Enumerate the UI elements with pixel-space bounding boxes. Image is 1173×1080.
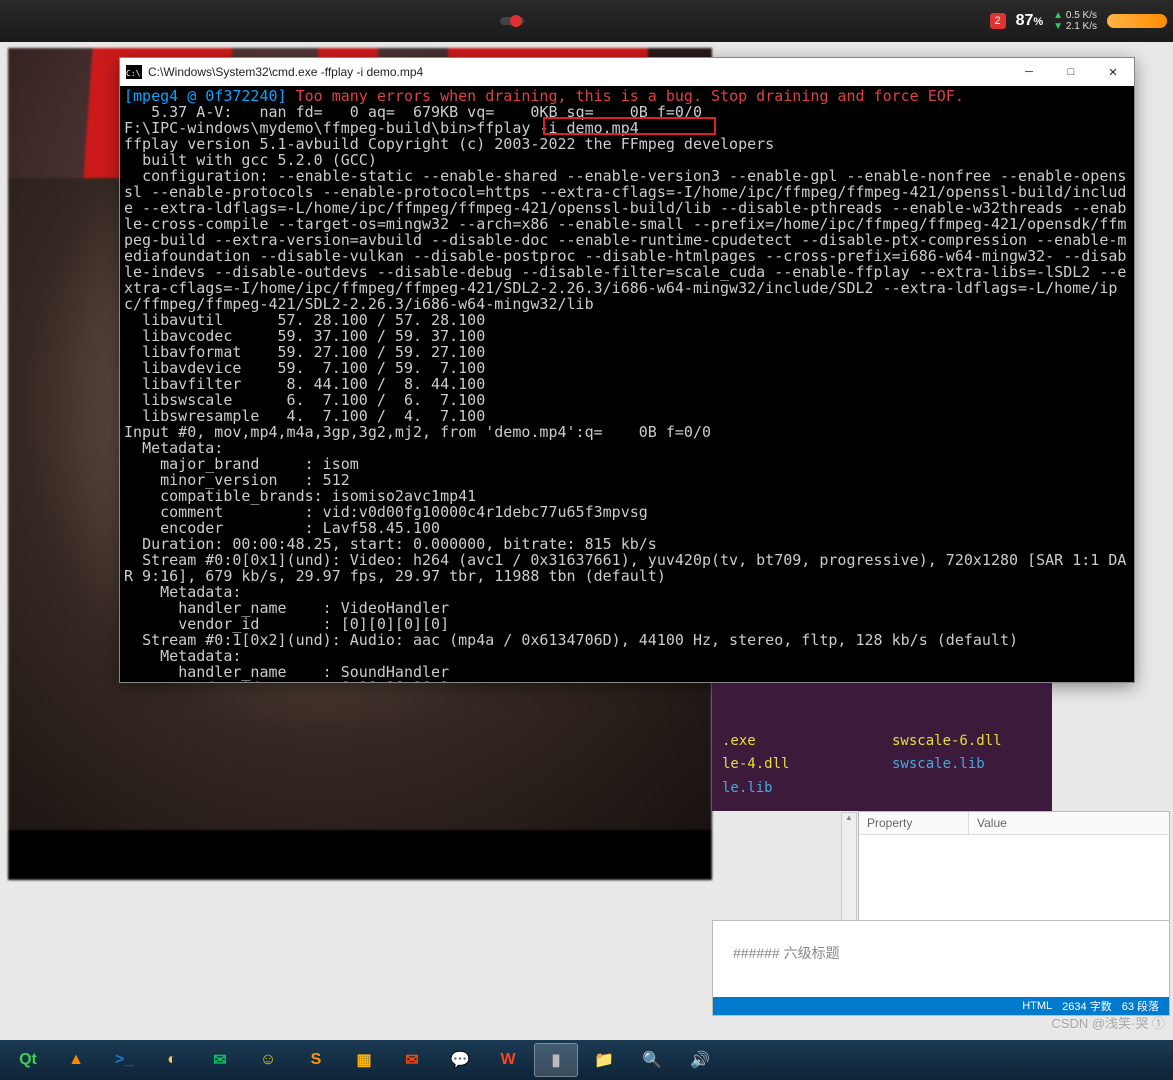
wechat-icon[interactable]: ✉ bbox=[198, 1043, 242, 1077]
maximize-button[interactable]: □ bbox=[1050, 58, 1092, 86]
qt-icon[interactable]: Qt bbox=[6, 1043, 50, 1077]
file-item[interactable]: swscale.lib bbox=[892, 756, 1042, 777]
notes-icon-glyph: ▦ bbox=[356, 1050, 371, 1070]
file-item[interactable]: le.lib bbox=[722, 780, 872, 801]
cmd-taskbar-icon-glyph: ▮ bbox=[552, 1050, 561, 1070]
status-mode: HTML bbox=[1022, 1000, 1052, 1012]
battery-percent: 87 bbox=[1016, 12, 1034, 29]
term-blue-icon-glyph: >_ bbox=[115, 1051, 133, 1069]
explorer-icon[interactable]: 📁 bbox=[582, 1043, 626, 1077]
net-up: 0.5 K/s bbox=[1053, 10, 1097, 21]
qt-icon-glyph: Qt bbox=[19, 1051, 37, 1069]
chat-icon[interactable]: 💬 bbox=[438, 1043, 482, 1077]
editor-text[interactable]: ###### 六级标题 bbox=[713, 921, 1169, 985]
terminal-output[interactable]: [mpeg4 @ 0f372240] Too many errors when … bbox=[120, 86, 1134, 682]
vlc-icon-glyph: ▲ bbox=[68, 1051, 84, 1069]
wps-icon[interactable]: W bbox=[486, 1043, 530, 1077]
terminal-body: ffplay version 5.1-avbuild Copyright (c)… bbox=[124, 135, 1126, 682]
notes-icon[interactable]: ▦ bbox=[342, 1043, 386, 1077]
slider-widget[interactable] bbox=[500, 17, 524, 25]
annotation-highlight bbox=[543, 117, 716, 135]
notification-badge[interactable]: 2 bbox=[990, 13, 1006, 29]
search-taskbar-icon-glyph: 🔍 bbox=[642, 1050, 662, 1070]
percent-unit: % bbox=[1033, 16, 1043, 28]
window-title-path: C:\Windows\System32\cmd.exe - bbox=[148, 65, 325, 79]
property-header: Property Value bbox=[859, 812, 1169, 835]
sublime-icon[interactable]: S bbox=[294, 1043, 338, 1077]
status-chars: 2634 字数 bbox=[1062, 998, 1112, 1014]
minimize-button[interactable]: ─ bbox=[1008, 58, 1050, 86]
speaker-icon[interactable]: 🔊 bbox=[678, 1043, 722, 1077]
chrome-icon-glyph: ◐ bbox=[167, 1051, 177, 1069]
term-blue-icon[interactable]: >_ bbox=[102, 1043, 146, 1077]
file-item[interactable]: .exe bbox=[722, 733, 872, 754]
system-tray: 2 87% 0.5 K/s 2.1 K/s bbox=[0, 0, 1173, 42]
faces-icon[interactable]: ☺ bbox=[246, 1043, 290, 1077]
cmd-window[interactable]: C:\Windows\System32\cmd.exe - ffplay -i … bbox=[119, 57, 1135, 683]
close-button[interactable]: ✕ bbox=[1092, 58, 1134, 86]
status-para: 63 段落 bbox=[1122, 998, 1159, 1014]
taskbar[interactable]: Qt ▲ >_ ◐ ✉ ☺ S ▦ ✉ 💬 W ▮ 📁 🔍 🔊 bbox=[0, 1040, 1173, 1080]
chrome-icon[interactable]: ◐ bbox=[150, 1043, 194, 1077]
orange-pill[interactable] bbox=[1107, 14, 1167, 28]
explorer-icon-glyph: 📁 bbox=[594, 1050, 614, 1070]
file-item[interactable]: le-4.dll bbox=[722, 756, 872, 777]
watermark: CSDN @浅笑·哭 ① bbox=[1051, 1013, 1165, 1032]
wechat-icon-glyph: ✉ bbox=[213, 1050, 226, 1070]
vlc-icon[interactable]: ▲ bbox=[54, 1043, 98, 1077]
value-col[interactable]: Value bbox=[969, 812, 1015, 834]
sublime-icon-glyph: S bbox=[311, 1051, 322, 1069]
property-col[interactable]: Property bbox=[859, 812, 969, 834]
chat-icon-glyph: 💬 bbox=[450, 1050, 470, 1070]
cmd-taskbar-icon[interactable]: ▮ bbox=[534, 1043, 578, 1077]
faces-icon-glyph: ☺ bbox=[260, 1051, 276, 1069]
titlebar[interactable]: C:\Windows\System32\cmd.exe - ffplay -i … bbox=[120, 58, 1134, 86]
qqmail-icon-glyph: ✉ bbox=[405, 1050, 418, 1070]
editor-panel[interactable]: ###### 六级标题 HTML 2634 字数 63 段落 bbox=[712, 920, 1170, 1016]
speaker-icon-glyph: 🔊 bbox=[690, 1050, 710, 1070]
cmd-icon bbox=[126, 65, 142, 79]
file-item[interactable]: swscale-6.dll bbox=[892, 733, 1042, 754]
video-letterbox bbox=[8, 830, 712, 880]
wps-icon-glyph: W bbox=[500, 1051, 515, 1069]
qqmail-icon[interactable]: ✉ bbox=[390, 1043, 434, 1077]
search-taskbar-icon[interactable]: 🔍 bbox=[630, 1043, 674, 1077]
file-listing-panel: .exe swscale-6.dll le-4.dll swscale.lib … bbox=[712, 683, 1052, 811]
network-speed: 0.5 K/s 2.1 K/s bbox=[1053, 10, 1097, 32]
window-title-command: ffplay -i demo.mp4 bbox=[325, 65, 424, 79]
net-down: 2.1 K/s bbox=[1053, 21, 1097, 32]
